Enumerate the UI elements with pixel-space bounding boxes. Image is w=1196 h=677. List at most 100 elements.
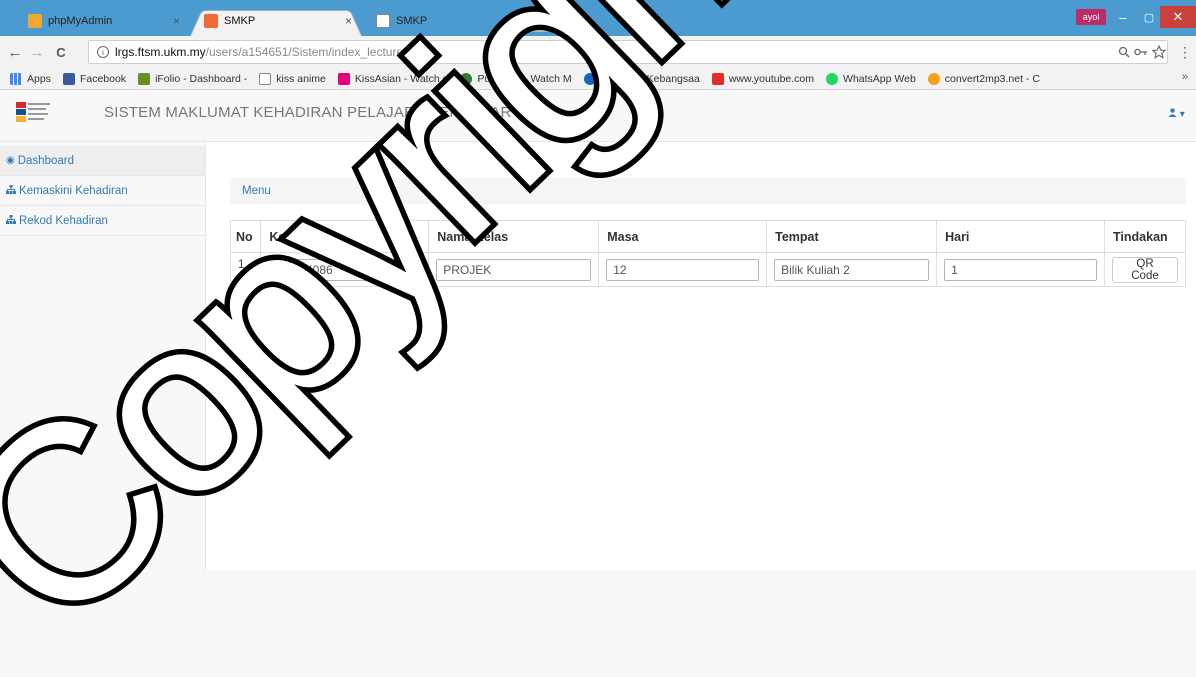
bookmark-label: iFolio - Dashboard - xyxy=(155,72,248,85)
cell-hari xyxy=(936,252,1106,287)
browser-menu-icon[interactable]: ⋮ xyxy=(1176,43,1194,61)
bookmark-label: Universiti Kebangsaa xyxy=(600,72,700,85)
bookmark-whatsapp[interactable]: WhatsApp Web xyxy=(826,72,916,85)
tab-title: SMKP xyxy=(396,15,428,27)
sidebar-item-label: Dashboard xyxy=(17,154,74,167)
sidebar-item-dashboard[interactable]: ◉ Dashboard xyxy=(0,146,205,176)
tab-smkp[interactable]: SMKP × xyxy=(362,6,532,36)
address-bar[interactable]: i lrgs.ftsm.ukm.my /users/a154651/Sistem… xyxy=(88,40,1168,64)
whatsapp-icon xyxy=(826,72,839,85)
bookmark-label: convert2mp3.net - C xyxy=(944,72,1040,85)
star-icon[interactable] xyxy=(1152,45,1166,59)
bookmark-kissasian[interactable]: KissAsian - Watch d xyxy=(337,72,449,85)
cell-nama-kelas xyxy=(428,252,600,287)
masa-input[interactable] xyxy=(606,258,760,281)
facebook-icon xyxy=(62,72,75,85)
column-header-kelas-kod: Kelas Kod xyxy=(260,220,430,253)
bookmark-ifolio[interactable]: iFolio - Dashboard - xyxy=(138,72,248,85)
app-title[interactable]: SISTEM MAKLUMAT KEHADIRAN PELAJAR - PENG… xyxy=(104,104,512,121)
column-header-masa: Masa xyxy=(598,220,768,253)
bookmark-label: WhatsApp Web xyxy=(843,72,916,85)
search-icon[interactable] xyxy=(1118,46,1130,58)
tab-phpmyadmin[interactable]: phpMyAdmin × xyxy=(14,6,190,36)
tab-close-icon[interactable]: × xyxy=(515,14,522,28)
tempat-input[interactable] xyxy=(774,258,930,281)
sitemap-icon xyxy=(6,214,16,227)
column-header-hari: Hari xyxy=(936,220,1106,253)
caret-down-icon: ▾ xyxy=(1179,109,1185,120)
url-path: /users/a154651/Sistem/index_lecturer.php xyxy=(205,45,430,59)
kelas-kod-input[interactable] xyxy=(268,258,422,281)
info-icon[interactable]: i xyxy=(97,46,109,58)
nama-kelas-input[interactable] xyxy=(436,258,592,281)
qr-code-button[interactable]: QR Code xyxy=(1112,256,1178,283)
apps-grid-icon xyxy=(10,72,22,85)
tab-smkp-active[interactable]: SMKP × xyxy=(190,6,362,36)
class-table: No Kelas Kod Nama Kelas Masa Tempat Hari… xyxy=(229,220,1186,287)
reload-button[interactable]: C xyxy=(52,43,70,61)
main-content: Menu No Kelas Kod Nama Kelas Masa Tempat… xyxy=(205,142,1196,570)
breadcrumb: Menu xyxy=(230,178,1186,204)
row-number: 1. xyxy=(229,252,262,287)
sitemap-icon xyxy=(6,184,16,197)
bookmark-label: Facebook xyxy=(79,72,127,85)
cell-tindakan: QR Code xyxy=(1104,252,1186,287)
ifolio-icon xyxy=(138,72,151,85)
bookmark-kiss-anime[interactable]: kiss anime xyxy=(259,72,326,85)
bookmark-label: Putlocker - Watch M xyxy=(477,72,572,85)
page-favicon-icon xyxy=(376,14,390,28)
bookmark-label: kiss anime xyxy=(276,72,326,85)
column-header-tempat: Tempat xyxy=(766,220,938,253)
bookmark-label: www.youtube.com xyxy=(728,72,815,85)
app-header: SISTEM MAKLUMAT KEHADIRAN PELAJAR - PENG… xyxy=(0,90,1196,142)
close-window-button[interactable]: ✕ xyxy=(1160,6,1196,28)
tab-title: SMKP xyxy=(224,15,256,27)
putlocker-icon xyxy=(460,72,473,85)
browser-toolbar: ← → C i lrgs.ftsm.ukm.my /users/a154651/… xyxy=(0,36,1196,68)
bookmark-convert2mp3[interactable]: convert2mp3.net - C xyxy=(927,72,1040,85)
user-icon xyxy=(1168,108,1177,117)
youtube-icon xyxy=(711,72,724,85)
column-header-no: No xyxy=(229,220,262,253)
column-header-nama-kelas: Nama Kelas xyxy=(428,220,600,253)
dashboard-icon: ◉ xyxy=(6,155,15,166)
bookmark-apps[interactable]: Apps xyxy=(10,72,51,85)
forward-button[interactable]: → xyxy=(28,43,46,61)
table-header-row: No Kelas Kod Nama Kelas Masa Tempat Hari… xyxy=(229,220,1186,253)
url-host: lrgs.ftsm.ukm.my xyxy=(115,45,206,59)
bookmark-youtube[interactable]: www.youtube.com xyxy=(711,72,815,85)
browser-tab-strip: phpMyAdmin × SMKP × SMKP × ayol – ▢ ✕ xyxy=(0,0,1196,36)
sidebar-item-label: Kemaskini Kehadiran xyxy=(19,184,128,197)
bookmark-ukm[interactable]: Universiti Kebangsaa xyxy=(583,72,700,85)
back-button[interactable]: ← xyxy=(6,43,24,61)
sidebar-item-kemaskini-kehadiran[interactable]: Kemaskini Kehadiran xyxy=(0,176,205,206)
breadcrumb-item-menu[interactable]: Menu xyxy=(242,185,271,197)
bookmark-label: Apps xyxy=(27,72,51,85)
sidebar-item-label: Rekod Kehadiran xyxy=(19,214,108,227)
bookmark-label: KissAsian - Watch d xyxy=(354,72,449,85)
phpmyadmin-favicon-icon xyxy=(28,14,42,28)
page-icon xyxy=(259,72,272,85)
tab-close-icon[interactable]: × xyxy=(345,14,352,28)
column-header-tindakan: Tindakan xyxy=(1104,220,1186,253)
key-icon[interactable] xyxy=(1134,47,1148,57)
cell-tempat xyxy=(766,252,938,287)
user-menu-button[interactable]: ▾ xyxy=(1168,108,1185,120)
cell-masa xyxy=(598,252,768,287)
sidebar: ◉ Dashboard Kemaskini Kehadiran Rekod Ke… xyxy=(0,142,205,677)
sidebar-item-rekod-kehadiran[interactable]: Rekod Kehadiran xyxy=(0,206,205,236)
convert2mp3-icon xyxy=(927,72,940,85)
kissasian-icon xyxy=(337,72,350,85)
university-logo[interactable] xyxy=(16,100,52,126)
cell-kelas-kod xyxy=(260,252,430,287)
tab-close-icon[interactable]: × xyxy=(173,14,180,28)
bookmark-facebook[interactable]: Facebook xyxy=(62,72,127,85)
bookmarks-bar: Apps Facebook iFolio - Dashboard - kiss … xyxy=(0,68,1196,90)
hari-input[interactable] xyxy=(944,258,1098,281)
profile-button[interactable]: ayol xyxy=(1076,9,1106,25)
table-row: 1. QR Code xyxy=(229,252,1186,287)
bookmark-putlocker[interactable]: Putlocker - Watch M xyxy=(460,72,572,85)
new-tab-button[interactable] xyxy=(524,12,566,32)
ukm-icon xyxy=(583,72,596,85)
bookmarks-overflow-button[interactable]: » xyxy=(1182,71,1188,83)
